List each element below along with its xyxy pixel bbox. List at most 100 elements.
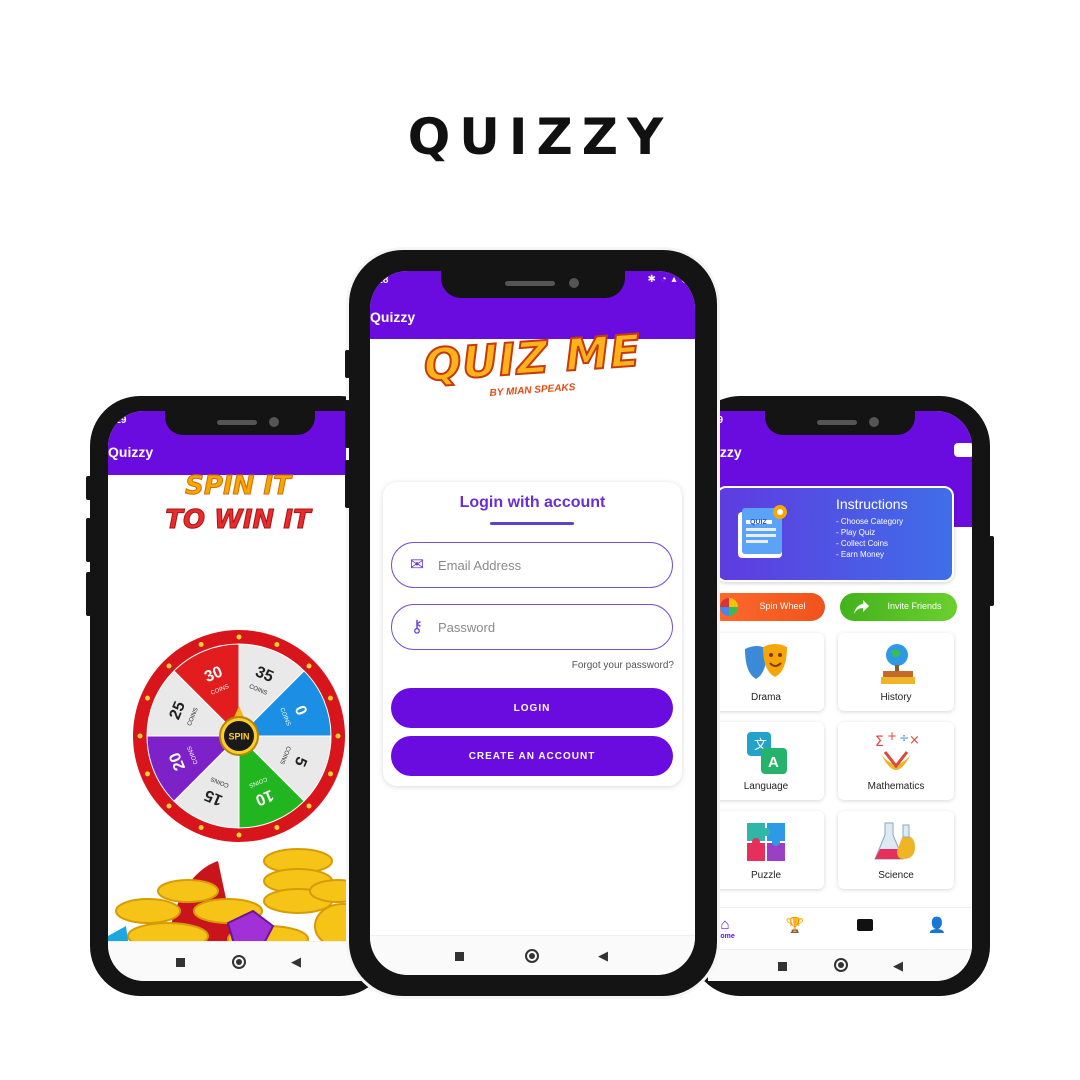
svg-text:+: + (887, 730, 897, 743)
color-wheel-icon (720, 598, 738, 616)
rim-light (137, 733, 143, 739)
category-history[interactable]: History (838, 633, 954, 711)
recents-button[interactable] (778, 962, 787, 971)
spin-label: SPIN (228, 731, 249, 741)
rim-light (306, 803, 312, 809)
spin-wheel[interactable]: 30COINS35COINS0COINS5COINS10COINS15COINS… (132, 629, 346, 843)
system-nav-bar: ◀ (708, 949, 972, 981)
trophy-icon: 🏆 (785, 917, 805, 934)
title-underline (490, 522, 574, 525)
rim-light (166, 803, 172, 809)
globe-books-icon (881, 644, 915, 684)
instruction-item: - Choose Category (836, 517, 904, 526)
rim-light (274, 824, 280, 830)
login-title: Login with account (459, 494, 606, 511)
category-drama[interactable]: Drama (708, 633, 824, 711)
svg-text:QUIZ: QUIZ (750, 519, 767, 526)
rim-light (306, 663, 312, 669)
instruction-item: - Earn Money (836, 550, 885, 559)
category-science[interactable]: Science (838, 811, 954, 889)
spin-wheel-button[interactable]: Spin Wheel (708, 593, 825, 621)
svg-text:Σ: Σ (875, 734, 884, 750)
app-title: Quizzy (370, 309, 416, 325)
system-nav-bar: ◀ (370, 935, 695, 975)
login-button[interactable]: LOGIN (391, 688, 673, 728)
spin-slogan-line1: SPIN IT (185, 471, 292, 502)
home-system-button[interactable] (525, 949, 539, 963)
back-button[interactable]: ◀ (286, 952, 306, 972)
category-label: Puzzle (750, 870, 781, 881)
key-icon: ⚷ (410, 617, 424, 636)
invite-friends-button[interactable]: Invite Friends (840, 593, 957, 621)
category-label: Language (743, 781, 789, 792)
status-time: :28 (374, 275, 389, 286)
notch (165, 411, 315, 435)
app-bar: Quizzy (108, 431, 372, 475)
nav-leaderboard[interactable]: 🏆 (780, 916, 810, 934)
email-field[interactable]: ✉ (391, 542, 673, 588)
bottom-nav: ⌂ Home 🏆 👤 (708, 907, 972, 949)
right-phone: 29 izzy QUIZ Instructions - Choose Categ… (690, 396, 994, 996)
center-screen: :28 ✱ ◔ ▴ ◉ Quizzy QUIZ ME BY MIAN SPEAK… (370, 271, 695, 975)
app-title: izzy (716, 444, 742, 460)
svg-text:÷: ÷ (899, 731, 909, 745)
center-phone: :28 ✱ ◔ ▴ ◉ Quizzy QUIZ ME BY MIAN SPEAK… (345, 250, 717, 996)
svg-text:×: × (909, 733, 920, 748)
category-label: Science (878, 870, 914, 881)
quiz-book-icon: QUIZ (738, 505, 787, 558)
category-label: Mathematics (867, 781, 925, 792)
share-arrow-icon (854, 600, 869, 614)
rim-light (198, 642, 204, 648)
rim-light (166, 663, 172, 669)
create-account-button[interactable]: CREATE AN ACCOUNT (391, 736, 673, 776)
status-time: :29 (112, 415, 127, 426)
rim-light (335, 733, 341, 739)
nav-profile[interactable]: 👤 (922, 916, 952, 934)
spin-slogan-line2: TO WIN IT (165, 505, 311, 536)
nav-wallet[interactable] (850, 916, 880, 935)
svg-text:A: A (768, 754, 779, 771)
brand-title: QUIZZY (407, 108, 673, 166)
notch (441, 271, 625, 298)
back-button[interactable]: ◀ (593, 946, 613, 966)
left-screen: :29 Quizzy SPIN IT TO WIN IT 30 COINS 35 CO… (108, 411, 372, 981)
rim-light (327, 695, 333, 701)
translate-icon: 文 A (747, 732, 787, 774)
rim-light (236, 634, 242, 640)
recents-button[interactable] (455, 952, 464, 961)
envelope-icon: ✉ (409, 555, 425, 574)
wallet-icon (857, 919, 873, 931)
notch (765, 411, 915, 435)
drama-masks-icon (745, 644, 787, 679)
home-icon: ⌂ (720, 916, 730, 933)
user-icon: 👤 (927, 917, 947, 934)
app-title: Quizzy (108, 444, 154, 460)
email-input[interactable] (438, 553, 658, 577)
status-icons: ✱ ◔ ▴ ◉ (647, 274, 691, 285)
recents-button[interactable] (176, 958, 185, 967)
rim-light (145, 695, 151, 701)
puzzle-icon (747, 823, 785, 861)
category-language[interactable]: 文 A Language (708, 722, 824, 800)
promo-stage: QUIZZY :29 Quizzy SPIN IT TO WIN IT 30 CO… (0, 0, 1080, 1080)
instructions-list: - Choose Category - Play Quiz - Collect … (836, 516, 903, 560)
password-field[interactable]: ⚷ (391, 604, 673, 650)
rim-light (327, 771, 333, 777)
instructions-card: QUIZ Instructions - Choose Category - Pl… (716, 486, 954, 582)
instruction-item: - Play Quiz (836, 528, 876, 537)
app-bar: izzy (708, 431, 972, 475)
system-nav-bar: ◀ (108, 941, 372, 981)
password-input[interactable] (438, 615, 658, 639)
gold-coins-pile (108, 848, 372, 955)
home-system-button[interactable] (834, 958, 848, 972)
flask-icon (874, 822, 915, 860)
category-mathematics[interactable]: Σ + ÷ × Mathematics (838, 722, 954, 800)
category-label: History (880, 692, 912, 703)
rim-light (145, 771, 151, 777)
home-system-button[interactable] (232, 955, 246, 969)
back-button[interactable]: ◀ (888, 956, 908, 976)
category-puzzle[interactable]: Puzzle (708, 811, 824, 889)
coin-chip[interactable] (954, 443, 972, 457)
rim-light (198, 824, 204, 830)
forgot-password-link[interactable]: Forgot your password? (572, 660, 674, 671)
